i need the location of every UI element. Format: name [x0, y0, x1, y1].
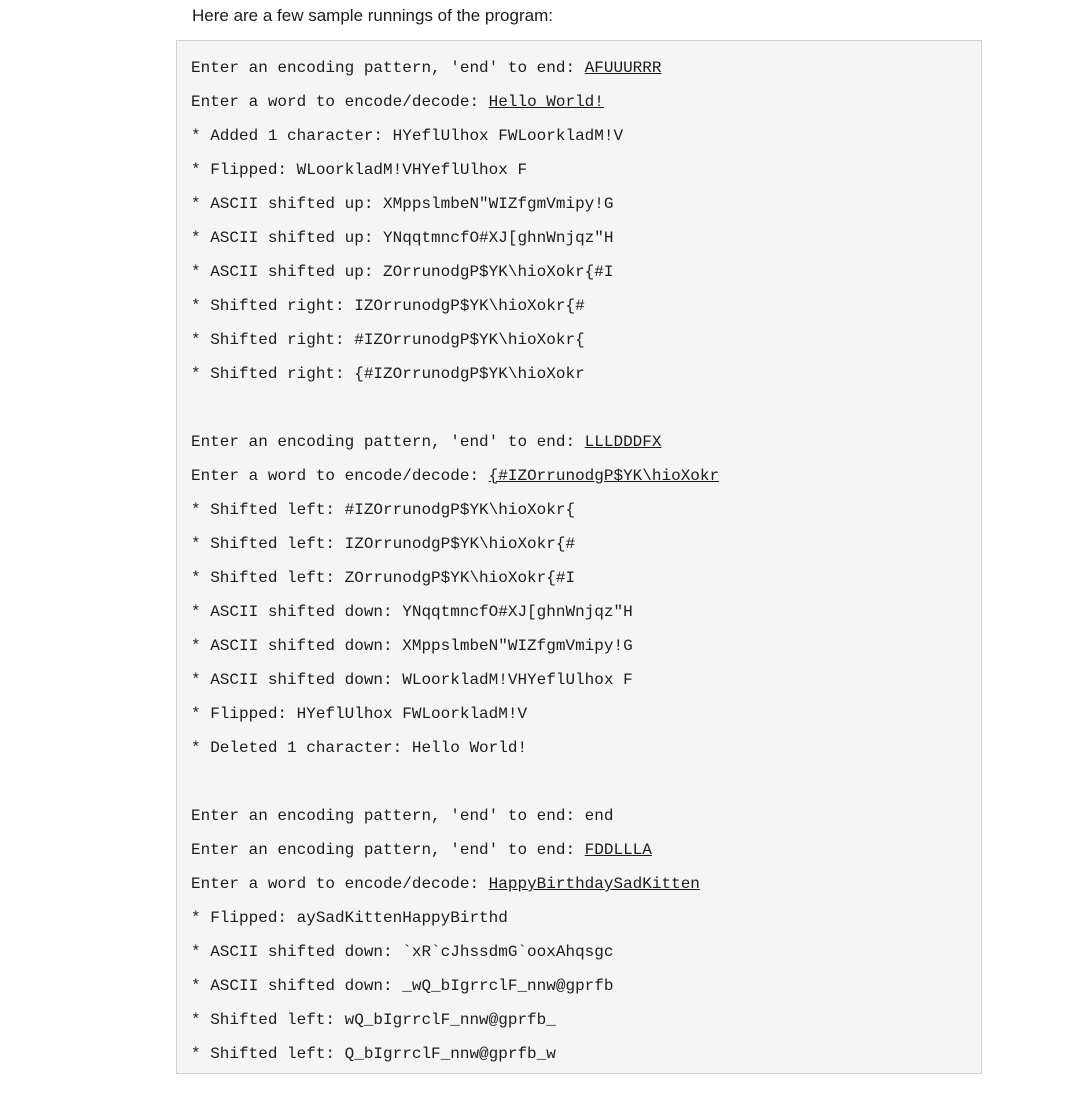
output-line: * Shifted left: IZOrrunodgP$YK\hioXokr{# — [191, 527, 967, 561]
output-line: * Shifted left: #IZOrrunodgP$YK\hioXokr{ — [191, 493, 967, 527]
output-line: * Shifted right: {#IZOrrunodgP$YK\hioXok… — [191, 357, 967, 391]
blank-line — [191, 765, 967, 799]
output-line: * ASCII shifted up: ZOrrunodgP$YK\hioXok… — [191, 255, 967, 289]
output-line: * Added 1 character: HYeflUlhox FWLoorkl… — [191, 119, 967, 153]
prompt-line: Enter a word to encode/decode: {#IZOrrun… — [191, 459, 967, 493]
user-input: LLLDDDFX — [585, 433, 662, 451]
prompt-line: Enter a word to encode/decode: Hello Wor… — [191, 85, 967, 119]
output-line: * ASCII shifted up: YNqqtmncfO#XJ[ghnWnj… — [191, 221, 967, 255]
output-line: * Flipped: WLoorkladM!VHYeflUlhox F — [191, 153, 967, 187]
prompt-prefix: Enter a word to encode/decode: — [191, 875, 489, 893]
output-line: * Shifted right: #IZOrrunodgP$YK\hioXokr… — [191, 323, 967, 357]
output-line: * ASCII shifted down: `xR`cJhssdmG`ooxAh… — [191, 935, 967, 969]
output-line: * Flipped: HYeflUlhox FWLoorkladM!V — [191, 697, 967, 731]
output-line: * Shifted left: Q_bIgrrclF_nnw@gprfb_w — [191, 1037, 967, 1071]
output-line: * ASCII shifted down: XMppslmbeN"WIZfgmV… — [191, 629, 967, 663]
prompt-line: Enter a word to encode/decode: HappyBirt… — [191, 867, 967, 901]
output-line: Enter an encoding pattern, 'end' to end:… — [191, 799, 967, 833]
prompt-prefix: Enter a word to encode/decode: — [191, 93, 489, 111]
output-line: * Shifted left: wQ_bIgrrclF_nnw@gprfb_ — [191, 1003, 967, 1037]
prompt-line: Enter an encoding pattern, 'end' to end:… — [191, 51, 967, 85]
output-line: * ASCII shifted up: XMppslmbeN"WIZfgmVmi… — [191, 187, 967, 221]
prompt-prefix: Enter a word to encode/decode: — [191, 467, 489, 485]
user-input: Hello World! — [489, 93, 604, 111]
user-input: AFUUURRR — [585, 59, 662, 77]
user-input: HappyBirthdaySadKitten — [489, 875, 700, 893]
output-line: * ASCII shifted down: _wQ_bIgrrclF_nnw@g… — [191, 969, 967, 1003]
output-line: * Flipped: aySadKittenHappyBirthd — [191, 901, 967, 935]
prompt-prefix: Enter an encoding pattern, 'end' to end: — [191, 59, 585, 77]
output-line: * Shifted right: IZOrrunodgP$YK\hioXokr{… — [191, 289, 967, 323]
output-line: * ASCII shifted down: YNqqtmncfO#XJ[ghnW… — [191, 595, 967, 629]
user-input: {#IZOrrunodgP$YK\hioXokr — [489, 467, 719, 485]
output-line: * Shifted left: ZOrrunodgP$YK\hioXokr{#I — [191, 561, 967, 595]
intro-text: Here are a few sample runnings of the pr… — [192, 6, 1078, 26]
prompt-line: Enter an encoding pattern, 'end' to end:… — [191, 833, 967, 867]
user-input: FDDLLLA — [585, 841, 652, 859]
output-line: * Deleted 1 character: Hello World! — [191, 731, 967, 765]
sample-run-code-block: Enter an encoding pattern, 'end' to end:… — [176, 40, 982, 1074]
prompt-line: Enter an encoding pattern, 'end' to end:… — [191, 425, 967, 459]
blank-line — [191, 391, 967, 425]
prompt-prefix: Enter an encoding pattern, 'end' to end: — [191, 433, 585, 451]
page-content: Here are a few sample runnings of the pr… — [0, 0, 1078, 1114]
output-line: * ASCII shifted down: WLoorkladM!VHYeflU… — [191, 663, 967, 697]
prompt-prefix: Enter an encoding pattern, 'end' to end: — [191, 841, 585, 859]
